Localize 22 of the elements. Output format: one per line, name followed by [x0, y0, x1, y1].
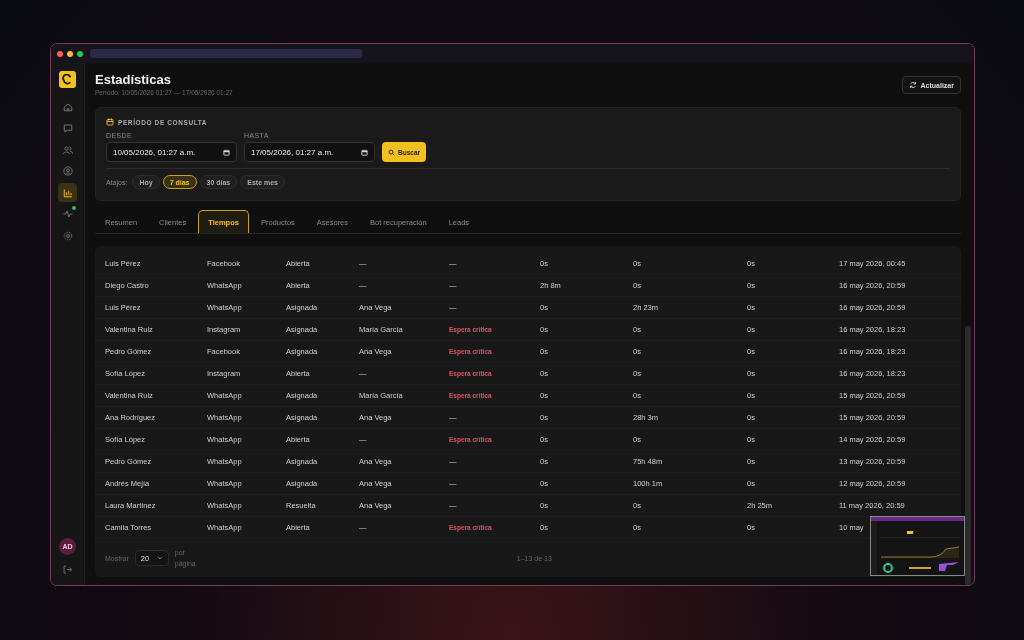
- bar-chart-icon: [61, 186, 74, 199]
- calendar-icon: [106, 118, 114, 126]
- scrollbar-thumb[interactable]: [965, 326, 971, 585]
- minimize-window-dot[interactable]: [67, 50, 73, 57]
- user-circle-icon: [61, 165, 74, 177]
- logo-icon[interactable]: [59, 71, 76, 88]
- calendar-icon[interactable]: [223, 148, 230, 156]
- users-icon: [61, 143, 74, 156]
- refresh-icon: [908, 81, 917, 89]
- settings-icon: [61, 229, 74, 242]
- logout-icon[interactable]: [62, 564, 73, 575]
- date-time-field[interactable]: 17/05/2026, 01:27 a.m.: [244, 142, 375, 162]
- date-time-field[interactable]: 10/05/2026, 01:27 a.m.: [106, 142, 237, 162]
- chevron-down-icon: [156, 555, 163, 561]
- search-icon: [388, 148, 395, 156]
- page-title: Estadísticas: [95, 72, 172, 88]
- zoom-window-dot[interactable]: [77, 50, 83, 57]
- close-window-dot[interactable]: [57, 50, 63, 57]
- sidebar-item[interactable]: [58, 183, 77, 202]
- pulse-icon: [61, 208, 74, 220]
- chat-icon: [61, 122, 74, 134]
- calendar-icon[interactable]: [361, 148, 368, 156]
